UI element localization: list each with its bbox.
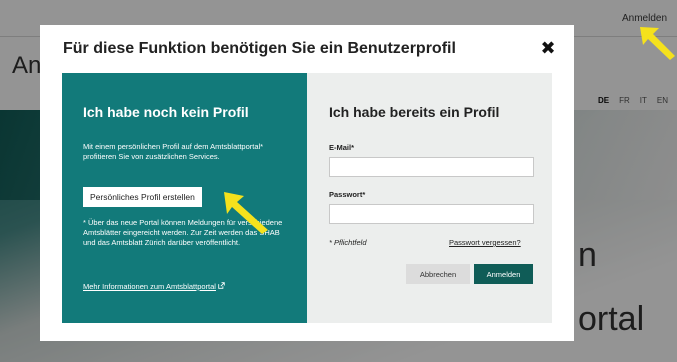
login-button[interactable]: Anmelden bbox=[474, 264, 533, 284]
portal-info-link-text[interactable]: Mehr Informationen zum Amtsblattportal bbox=[83, 282, 216, 291]
portal-info-link[interactable]: Mehr Informationen zum Amtsblattportal bbox=[83, 282, 225, 291]
email-label: E-Mail* bbox=[329, 143, 355, 152]
profile-modal: Für diese Funktion benötigen Sie ein Ben… bbox=[40, 25, 574, 341]
forgot-password-link[interactable]: Passwort vergessen? bbox=[449, 238, 521, 247]
email-field[interactable] bbox=[329, 157, 534, 177]
modal-title: Für diese Funktion benötigen Sie ein Ben… bbox=[63, 40, 456, 57]
no-profile-intro: Mit einem persönlichen Profil auf dem Am… bbox=[83, 142, 264, 161]
header-login-link[interactable]: Anmelden bbox=[622, 13, 667, 24]
password-label: Passwort* bbox=[329, 190, 366, 199]
close-icon[interactable]: ✖ bbox=[539, 39, 557, 57]
password-field[interactable] bbox=[329, 204, 534, 224]
external-link-icon bbox=[218, 282, 225, 291]
has-profile-heading: Ich habe bereits ein Profil bbox=[329, 104, 500, 120]
no-profile-heading: Ich habe noch kein Profil bbox=[83, 104, 249, 120]
annotation-arrow-create bbox=[224, 192, 268, 234]
annotation-arrow-login bbox=[640, 27, 675, 60]
create-profile-button[interactable]: Persönliches Profil erstellen bbox=[83, 187, 202, 207]
required-note: * Pflichtfeld bbox=[329, 238, 367, 247]
cancel-button[interactable]: Abbrechen bbox=[406, 264, 470, 284]
has-profile-panel: Ich habe bereits ein Profil E-Mail* Pass… bbox=[307, 73, 552, 323]
